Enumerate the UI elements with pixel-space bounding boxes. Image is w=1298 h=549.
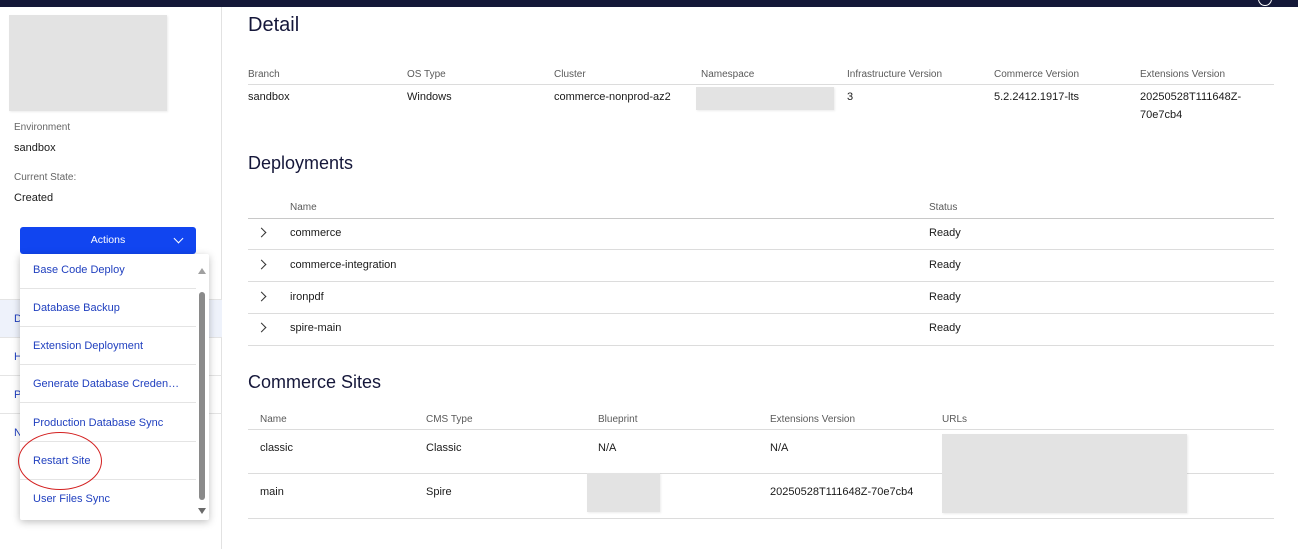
help-icon[interactable] [1258,0,1272,6]
restart-site-highlight-annotation [18,432,102,490]
chevron-down-icon [173,233,184,244]
deployment-name: spire-main [290,322,342,334]
deployment-name: ironpdf [290,291,324,303]
deployment-name: commerce [290,227,342,239]
site-name: classic [260,442,294,454]
detail-branch-value: sandbox [248,91,290,103]
menu-item-extension-deployment[interactable]: Extension Deployment [20,327,196,365]
deployments-header-divider [248,218,1274,219]
detail-header-cluster: Cluster [554,69,586,80]
detail-header-os-type: OS Type [407,69,446,80]
urls-value-redacted [942,434,1187,513]
deployment-status: Ready [929,322,961,334]
sites-header-urls: URLs [942,414,968,425]
detail-infrastructure-version-value: 3 [847,91,854,103]
scroll-up-arrow-icon[interactable] [198,268,206,274]
detail-extensions-version-line1: 20250528T111648Z- [1140,91,1242,103]
site-logo-placeholder [9,15,167,111]
sites-header-extensions-version: Extensions Version [770,414,856,425]
detail-extensions-version-line2: 70e7cb4 [1140,109,1183,121]
dropdown-scrollbar[interactable] [196,254,209,520]
environment-value: sandbox [14,142,56,154]
site-extensions-version: 20250528T111648Z-70e7cb4 [770,486,914,498]
commerce-sites-title: Commerce Sites [248,372,382,392]
scroll-down-arrow-icon[interactable] [198,508,206,514]
deployments-title: Deployments [248,153,354,173]
deployments-header-status: Status [929,202,958,213]
menu-item-database-backup[interactable]: Database Backup [20,289,196,327]
detail-divider [248,84,1274,85]
detail-commerce-version-value: 5.2.2412.1917-lts [994,91,1080,103]
expand-row-chevron-right-icon[interactable] [256,259,267,270]
deployment-status: Ready [929,227,961,239]
sites-header-name: Name [260,414,287,425]
actions-button-label: Actions [90,234,126,246]
deployments-header-name: Name [290,202,317,213]
sites-header-divider [248,429,1274,430]
scrollbar-thumb[interactable] [199,292,205,500]
detail-header-namespace: Namespace [701,69,755,80]
current-state-label: Current State: [14,172,77,183]
blueprint-value-redacted [587,473,660,512]
main-content: Detail Branch OS Type Cluster Namespace … [223,7,1298,549]
detail-header-infrastructure-version: Infrastructure Version [847,69,943,80]
sites-header-blueprint: Blueprint [598,414,638,425]
site-cms-type: Spire [426,486,452,498]
deployment-name: commerce-integration [290,259,397,271]
site-cms-type: Classic [426,442,462,454]
site-extensions-version: N/A [770,442,789,454]
deployment-status: Ready [929,259,961,271]
row-divider [248,281,1274,282]
expand-row-chevron-right-icon[interactable] [256,322,267,333]
row-divider [248,518,1274,519]
row-divider [248,249,1274,250]
row-divider [248,345,1274,346]
row-divider [248,313,1274,314]
current-state-value: Created [14,192,54,204]
namespace-value-redacted [696,87,834,110]
top-bar [0,0,1298,7]
detail-os-type-value: Windows [407,91,452,103]
actions-button[interactable]: Actions [20,227,196,254]
menu-item-generate-database-credentials[interactable]: Generate Database Creden… [20,365,196,403]
sites-header-cms-type: CMS Type [426,414,473,425]
site-name: main [260,486,284,498]
environment-label: Environment [14,122,71,133]
menu-item-base-code-deploy[interactable]: Base Code Deploy [20,254,196,289]
expand-row-chevron-right-icon[interactable] [256,291,267,302]
deployment-status: Ready [929,291,961,303]
page-title: Detail [248,14,300,36]
detail-header-commerce-version: Commerce Version [994,69,1080,80]
site-blueprint: N/A [598,442,617,454]
detail-header-branch: Branch [248,69,280,80]
detail-cluster-value: commerce-nonprod-az2 [554,91,671,103]
detail-header-extensions-version: Extensions Version [1140,69,1226,80]
expand-row-chevron-right-icon[interactable] [256,227,267,238]
